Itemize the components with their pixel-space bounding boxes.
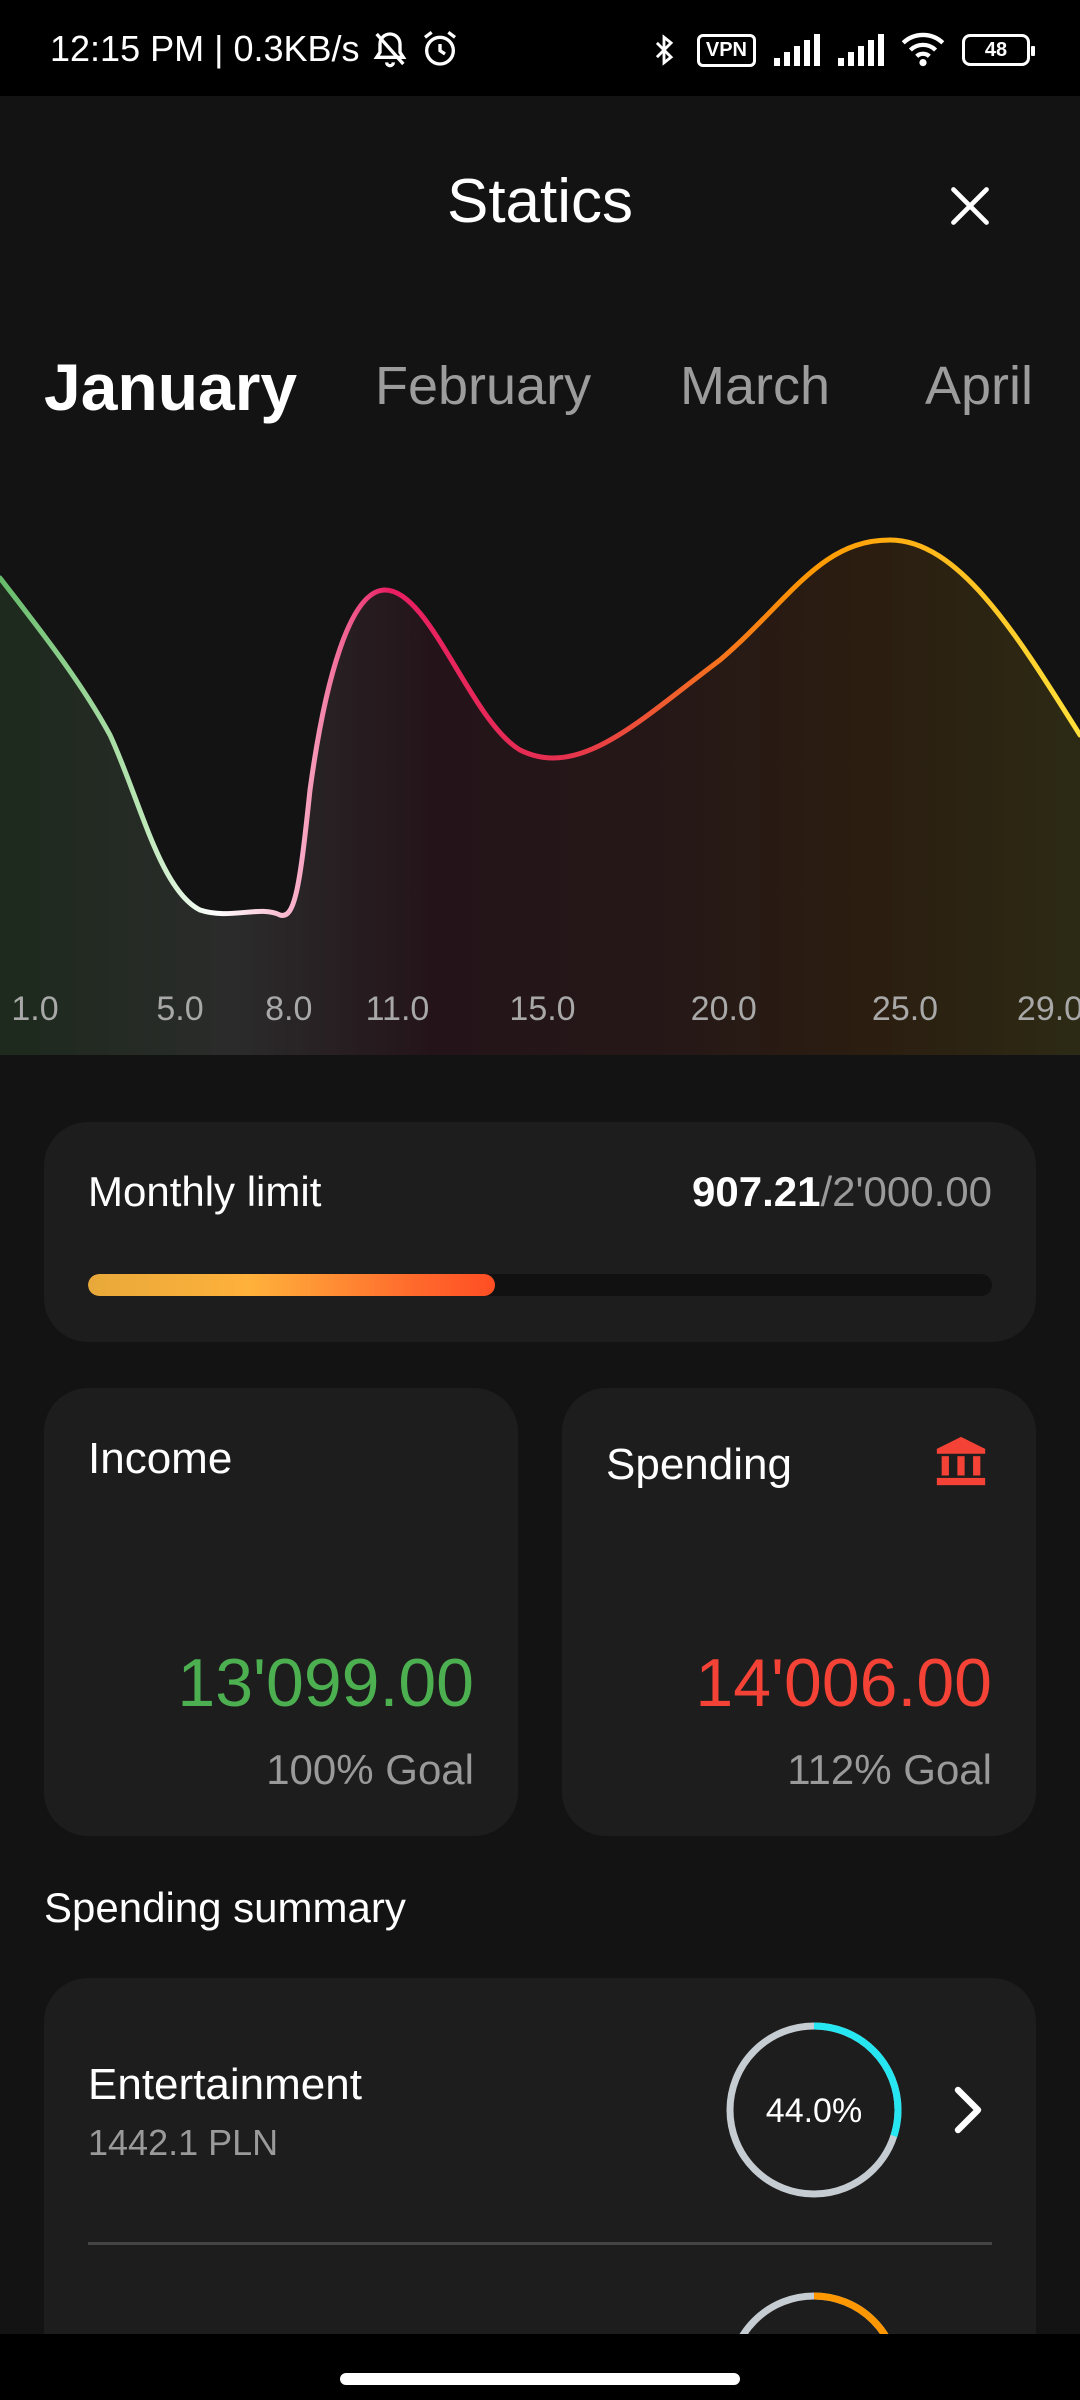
percent-ring: 44.0% <box>726 2022 902 2198</box>
signal-icon-2 <box>838 34 884 66</box>
x-tick-label: 8.0 <box>265 990 312 1028</box>
monthly-limit-label: Monthly limit <box>88 1168 322 1215</box>
status-right: VPN 48 <box>647 30 1035 70</box>
chevron-right-icon[interactable] <box>942 2080 990 2140</box>
category-name: Entertainment <box>88 2060 362 2109</box>
chart-x-ticks: 1.0 5.0 8.0 11.0 15.0 20.0 25.0 29.0 <box>11 990 1080 1028</box>
limit-separator: / <box>820 1168 833 1215</box>
income-goal: 100% Goal <box>266 1746 474 1793</box>
page-title: Statics <box>446 167 634 236</box>
tab-april[interactable]: April <box>925 355 1033 417</box>
home-indicator[interactable] <box>340 2373 740 2385</box>
wifi-icon <box>901 32 945 67</box>
bell-off-icon <box>373 32 406 68</box>
income-card[interactable]: Income 13'099.00 100% Goal <box>44 1388 518 1836</box>
limit-total: 2'000.00 <box>832 1168 992 1215</box>
spending-title: Spending <box>606 1440 792 1489</box>
vpn-badge: VPN <box>696 33 756 67</box>
income-amount: 13'099.00 <box>177 1645 474 1721</box>
spending-amount: 14'006.00 <box>695 1645 992 1721</box>
close-button[interactable] <box>940 176 1000 236</box>
chart-svg: 1.0 5.0 8.0 11.0 15.0 20.0 25.0 29.0 <box>0 537 1080 1055</box>
signal-icon <box>774 34 820 66</box>
spending-chart[interactable]: 1.0 5.0 8.0 11.0 15.0 20.0 25.0 29.0 <box>0 490 1080 1055</box>
month-tabs: January February March April <box>0 350 1080 435</box>
battery-icon: 48 <box>962 34 1035 66</box>
x-tick-label: 1.0 <box>11 990 58 1028</box>
x-tick-label: 15.0 <box>509 990 575 1028</box>
spending-summary-title: Spending summary <box>44 1884 406 1931</box>
x-tick-label: 25.0 <box>872 990 938 1028</box>
x-tick-label: 11.0 <box>366 990 430 1028</box>
tab-march[interactable]: March <box>680 355 830 417</box>
income-title: Income <box>88 1434 233 1483</box>
limit-progress-track <box>88 1274 992 1296</box>
monthly-limit-card: Monthly limit 907.21/2'000.00 <box>44 1122 1036 1342</box>
chart-area <box>0 540 1080 1055</box>
row-divider <box>88 2242 992 2245</box>
x-tick-label: 5.0 <box>156 990 203 1028</box>
statistics-screen: 12:15 PM | 0.3KB/s VPN 48 Statics Januar… <box>0 0 1080 2400</box>
tab-january[interactable]: January <box>44 349 297 425</box>
x-tick-label: 29.0 <box>1017 990 1080 1028</box>
x-tick-label: 20.0 <box>691 990 757 1028</box>
category-amount: 1442.1 PLN <box>88 2122 279 2163</box>
limit-used: 907.21 <box>692 1168 821 1215</box>
status-bar: 12:15 PM | 0.3KB/s VPN 48 <box>0 0 1080 96</box>
close-icon <box>951 187 989 225</box>
status-time: 12:15 PM | 0.3KB/s <box>50 28 360 69</box>
spending-goal: 112% Goal <box>787 1746 992 1793</box>
alarm-icon <box>423 31 456 66</box>
ring-percent-label: 44.0% <box>766 2092 862 2130</box>
status-left: 12:15 PM | 0.3KB/s <box>50 28 460 70</box>
spending-card[interactable]: Spending 14'006.00 112% Goal <box>562 1388 1036 1836</box>
bank-icon <box>936 1436 986 1486</box>
monthly-limit-value: 907.21/2'000.00 <box>692 1168 992 1216</box>
header: Statics <box>0 96 1080 316</box>
bluetooth-icon <box>655 34 674 66</box>
limit-progress-fill <box>88 1274 495 1296</box>
navigation-bar <box>0 2334 1080 2400</box>
list-item-entertainment[interactable]: Entertainment 1442.1 PLN 44.0% <box>44 1978 1036 2248</box>
tab-february[interactable]: February <box>375 355 591 417</box>
